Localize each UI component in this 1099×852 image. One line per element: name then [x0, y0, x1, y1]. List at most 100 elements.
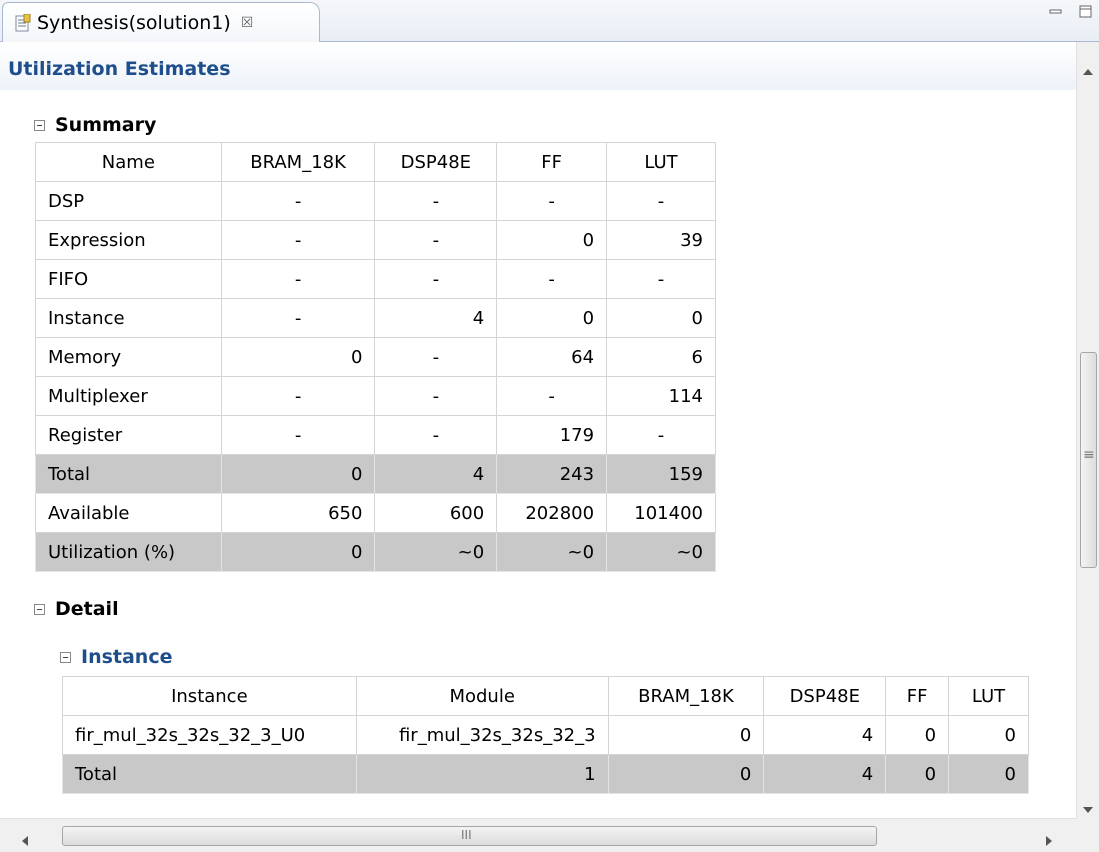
value-cell: 0	[607, 754, 765, 794]
close-tab-icon[interactable]: ☒	[241, 15, 254, 31]
table-row: Instance -4 0 0	[35, 298, 716, 338]
value-cell: 0	[948, 715, 1029, 755]
scroll-grip: III	[461, 828, 472, 842]
report-file-icon	[15, 13, 31, 32]
value-cell: -	[374, 376, 498, 416]
row-label-cell: Memory	[35, 337, 222, 377]
scroll-up-arrow-icon[interactable]	[1083, 60, 1093, 79]
value-cell: 159	[606, 454, 716, 494]
column-header: DSP48E	[374, 142, 498, 182]
editor-tab-bar: Synthesis(solution1) ☒	[0, 0, 1099, 43]
vertical-scroll-thumb[interactable]: ≡	[1080, 352, 1097, 568]
row-label-cell: Register	[35, 415, 222, 455]
value-cell: -	[220, 220, 376, 260]
column-header: Name	[35, 142, 222, 182]
table-row: Available 650 600 202800 101400	[35, 493, 716, 533]
page-title: Utilization Estimates	[8, 58, 231, 80]
value-cell: 6	[606, 337, 716, 377]
value-cell: 600	[374, 493, 498, 533]
value-cell: 0	[606, 298, 716, 338]
value-cell: 1	[355, 754, 609, 794]
table-row: Total 0 4 243 159	[35, 454, 716, 494]
value-cell: 39	[606, 220, 716, 260]
value-cell: -	[496, 376, 608, 416]
row-label-cell: Expression	[35, 220, 222, 260]
value-cell: -	[606, 415, 716, 455]
collapse-icon[interactable]	[34, 119, 45, 131]
column-header: Module	[355, 676, 609, 716]
minimize-icon[interactable]	[1049, 4, 1063, 18]
value-cell: 0	[220, 454, 376, 494]
value-cell: 64	[496, 337, 608, 377]
table-row: DSP - - - -	[35, 181, 716, 221]
value-cell: 4	[763, 754, 887, 794]
row-label-cell: Utilization (%)	[35, 532, 222, 572]
collapse-icon[interactable]	[34, 603, 45, 615]
report-content: Utilization Estimates Summary Name BRAM_…	[0, 42, 1076, 818]
value-cell: ~0	[374, 532, 498, 572]
row-label-cell: Instance	[35, 298, 222, 338]
row-label-cell: Multiplexer	[35, 376, 222, 416]
value-cell: 0	[220, 532, 376, 572]
value-cell: 101400	[606, 493, 716, 533]
column-header: Instance	[62, 676, 357, 716]
row-label-cell: FIFO	[35, 259, 222, 299]
value-cell: -	[496, 259, 608, 299]
row-label-cell: Total	[62, 754, 357, 794]
value-cell: -	[606, 259, 716, 299]
value-cell: -	[220, 259, 376, 299]
instance-table: Instance Module BRAM_18K DSP48E FF LUT f…	[62, 676, 1029, 794]
table-row: Total 1 0 4 0 0	[62, 754, 1029, 794]
summary-table: Name BRAM_18K DSP48E FF LUT DSP - - - - Expre…	[35, 142, 716, 572]
value-cell: -	[220, 376, 376, 416]
table-row: Memory 0-64 6	[35, 337, 716, 377]
value-cell: ~0	[496, 532, 608, 572]
value-cell: -	[220, 181, 376, 221]
row-label-cell: fir_mul_32s_32s_32_3_U0	[62, 715, 357, 755]
scrollbar-corner	[1076, 818, 1099, 852]
detail-section-header[interactable]: Detail	[34, 598, 119, 620]
tab-title: Synthesis(solution1)	[37, 12, 231, 34]
scroll-left-arrow-icon[interactable]	[22, 831, 28, 850]
horizontal-scrollbar[interactable]: III	[0, 818, 1076, 852]
scroll-down-arrow-icon[interactable]	[1083, 798, 1093, 817]
summary-header-row: Name BRAM_18K DSP48E FF LUT	[35, 142, 716, 182]
column-header: LUT	[948, 676, 1029, 716]
value-cell: -	[496, 181, 608, 221]
summary-section-header[interactable]: Summary	[34, 114, 156, 136]
value-cell: fir_mul_32s_32s_32_3	[355, 715, 609, 755]
row-label-cell: Available	[35, 493, 222, 533]
value-cell: 179	[496, 415, 608, 455]
instance-heading: Instance	[81, 646, 173, 668]
instance-section-header[interactable]: Instance	[60, 646, 172, 668]
table-row: Expression - -0 39	[35, 220, 716, 260]
value-cell: -	[374, 181, 498, 221]
value-cell: -	[374, 259, 498, 299]
value-cell: -	[606, 181, 716, 221]
value-cell: -	[374, 337, 498, 377]
column-header: FF	[496, 142, 608, 182]
value-cell: -	[220, 298, 376, 338]
value-cell: 243	[496, 454, 608, 494]
value-cell: 0	[220, 337, 376, 377]
collapse-icon[interactable]	[60, 651, 71, 663]
summary-heading: Summary	[55, 114, 157, 136]
row-label-cell: DSP	[35, 181, 222, 221]
value-cell: 0	[496, 298, 608, 338]
value-cell: 0	[885, 754, 950, 794]
value-cell: 4	[763, 715, 887, 755]
scroll-right-arrow-icon[interactable]	[1046, 831, 1052, 850]
column-header: LUT	[606, 142, 716, 182]
instance-header-row: Instance Module BRAM_18K DSP48E FF LUT	[62, 676, 1029, 716]
value-cell: -	[374, 220, 498, 260]
value-cell: 114	[606, 376, 716, 416]
tab-synthesis[interactable]: Synthesis(solution1) ☒	[2, 2, 320, 43]
value-cell: ~0	[606, 532, 716, 572]
table-row: Multiplexer - - -114	[35, 376, 716, 416]
table-row: FIFO - - - -	[35, 259, 716, 299]
report-header: Utilization Estimates	[0, 42, 1076, 90]
horizontal-scroll-thumb[interactable]: III	[62, 826, 877, 846]
maximize-icon[interactable]	[1079, 4, 1093, 18]
column-header: FF	[885, 676, 950, 716]
vertical-scrollbar[interactable]: ≡	[1076, 42, 1099, 818]
